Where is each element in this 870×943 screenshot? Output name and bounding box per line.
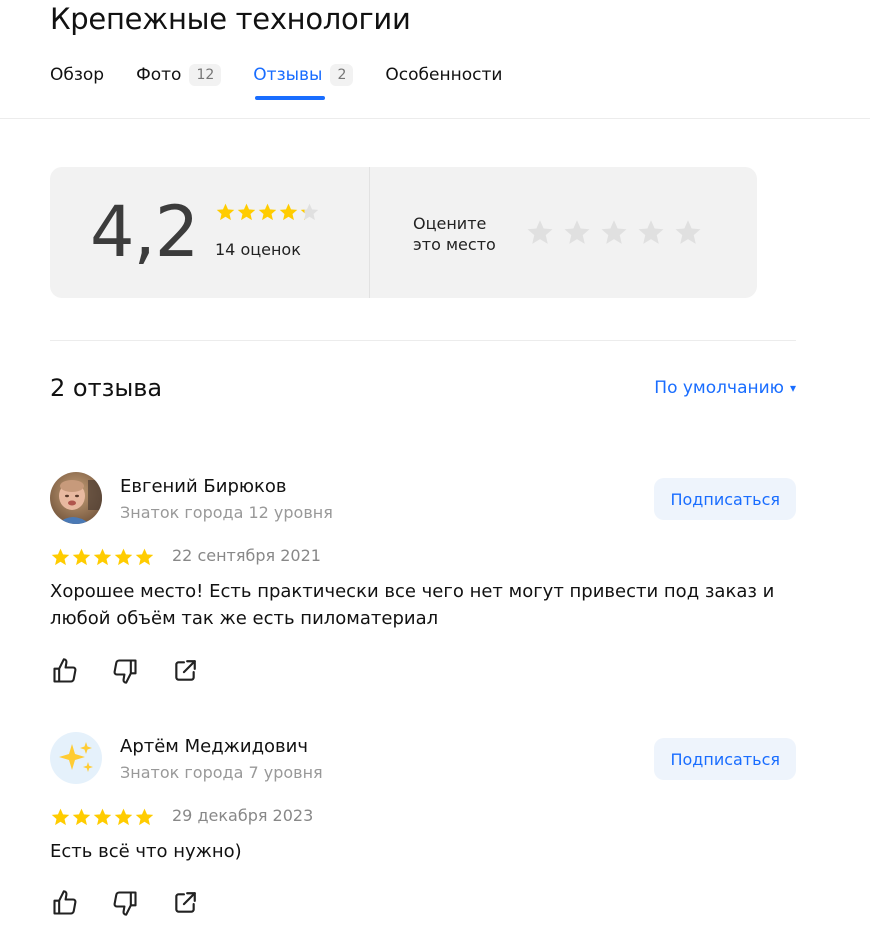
star-icon bbox=[216, 203, 235, 221]
star-icon bbox=[601, 220, 627, 244]
star-icon bbox=[258, 203, 277, 221]
tab-reviews[interactable]: Отзывы 2 bbox=[253, 60, 354, 90]
rating-card-divider bbox=[369, 167, 370, 298]
tab-label: Особенности bbox=[385, 65, 503, 85]
rate-prompt-line: это место bbox=[413, 235, 496, 254]
review-stars bbox=[50, 547, 155, 568]
rating-value: 4,2 bbox=[90, 191, 199, 273]
review-card: Евгений Бирюков Знаток города 12 уровня … bbox=[50, 472, 796, 692]
star-icon bbox=[114, 808, 133, 826]
reviews-heading: 2 отзыва bbox=[50, 374, 163, 402]
tab-label: Обзор bbox=[50, 65, 105, 85]
sparkles-icon[interactable] bbox=[50, 732, 102, 784]
review-actions bbox=[50, 656, 230, 686]
rate-prompt-line: Оцените bbox=[413, 214, 487, 233]
star-icon bbox=[72, 808, 91, 826]
star-icon bbox=[93, 808, 112, 826]
rating-stars bbox=[215, 202, 320, 223]
page-title: Крепежные технологии bbox=[50, 2, 411, 36]
subscribe-button[interactable]: Подписаться bbox=[654, 478, 796, 520]
tab-photos[interactable]: Фото 12 bbox=[136, 60, 222, 90]
star-icon bbox=[638, 220, 664, 244]
author-name[interactable]: Артём Меджидович bbox=[120, 736, 308, 757]
subscribe-button[interactable]: Подписаться bbox=[654, 738, 796, 780]
rate-star-1[interactable] bbox=[525, 218, 555, 248]
share-icon bbox=[175, 892, 196, 913]
chevron-down-icon: ▾ bbox=[789, 381, 796, 395]
star-icon bbox=[279, 203, 298, 221]
tab-label: Отзывы bbox=[253, 65, 323, 85]
tab-features[interactable]: Особенности bbox=[385, 60, 502, 90]
thumbs-down-icon bbox=[113, 659, 137, 684]
rate-star-4[interactable] bbox=[636, 218, 666, 248]
tab-overview[interactable]: Обзор bbox=[50, 60, 104, 90]
review-date: 22 сентября 2021 bbox=[172, 546, 321, 565]
tab-bar: Обзор Фото 12 Отзывы 2 Особенности bbox=[50, 60, 534, 90]
count-badge: 2 bbox=[330, 64, 354, 86]
author-level: Знаток города 7 уровня bbox=[120, 763, 323, 782]
active-tab-indicator bbox=[255, 96, 325, 100]
rate-stars-input[interactable] bbox=[525, 218, 710, 248]
tab-label: Фото bbox=[136, 65, 182, 85]
author-name[interactable]: Евгений Бирюков bbox=[120, 476, 287, 497]
count-badge: 12 bbox=[189, 64, 222, 86]
share-button[interactable] bbox=[170, 656, 200, 686]
rate-star-5[interactable] bbox=[673, 218, 703, 248]
sort-label: По умолчанию bbox=[654, 378, 784, 398]
share-button[interactable] bbox=[170, 888, 200, 918]
section-divider bbox=[50, 340, 796, 341]
review-card: Артём Меджидович Знаток города 7 уровня … bbox=[50, 732, 796, 932]
review-date: 29 декабря 2023 bbox=[172, 806, 314, 825]
star-icon bbox=[237, 203, 256, 221]
star-icon bbox=[564, 220, 590, 244]
star-icon bbox=[300, 203, 319, 221]
star-icon bbox=[675, 220, 701, 244]
star-icon bbox=[51, 548, 70, 566]
star-icon bbox=[114, 548, 133, 566]
review-text: Хорошее место! Есть практически все чего… bbox=[50, 581, 775, 629]
dislike-button[interactable] bbox=[110, 656, 140, 686]
rate-star-3[interactable] bbox=[599, 218, 629, 248]
like-button[interactable] bbox=[50, 656, 80, 686]
author-level: Знаток города 12 уровня bbox=[120, 503, 333, 522]
star-icon bbox=[135, 808, 154, 826]
thumbs-up-icon bbox=[53, 658, 77, 683]
thumbs-down-icon bbox=[113, 891, 137, 916]
dislike-button[interactable] bbox=[110, 888, 140, 918]
star-icon bbox=[72, 548, 91, 566]
sort-dropdown[interactable]: По умолчанию ▾ bbox=[654, 378, 796, 398]
rating-count: 14 оценок bbox=[215, 240, 301, 259]
photo-avatar-icon[interactable] bbox=[50, 472, 102, 524]
rate-prompt: Оцените это место bbox=[413, 213, 496, 255]
star-icon bbox=[51, 808, 70, 826]
star-icon bbox=[93, 548, 112, 566]
like-button[interactable] bbox=[50, 888, 80, 918]
rate-star-2[interactable] bbox=[562, 218, 592, 248]
star-icon bbox=[135, 548, 154, 566]
review-actions bbox=[50, 888, 230, 918]
share-icon bbox=[175, 660, 196, 681]
review-text: Есть всё что нужно) bbox=[50, 841, 242, 862]
star-icon bbox=[527, 220, 553, 244]
header-divider bbox=[0, 118, 870, 119]
review-stars bbox=[50, 807, 155, 828]
thumbs-up-icon bbox=[53, 890, 77, 915]
